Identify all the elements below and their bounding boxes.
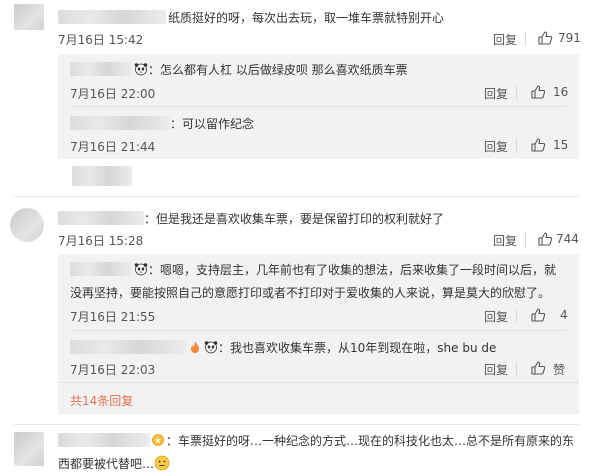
panda-emoji-icon: [204, 341, 218, 354]
reply-button[interactable]: 回复: [484, 85, 508, 102]
reply-text: ：我也喜欢收集车票，从10年到现在啦，she bu de: [218, 341, 497, 355]
timestamp: 7月16日 21:55: [70, 310, 156, 324]
username[interactable]: [70, 116, 170, 130]
thumb-up-icon[interactable]: [537, 231, 553, 247]
avatar[interactable]: [14, 4, 44, 30]
thinking-emoji-icon: [154, 455, 170, 471]
like-count: 4: [560, 308, 568, 322]
panda-emoji-icon: [134, 63, 148, 76]
panda-emoji-icon: [134, 263, 148, 276]
thumb-up-icon[interactable]: [537, 30, 553, 46]
reply-divider: [70, 330, 567, 331]
reply-divider: [70, 106, 567, 107]
reply-text: ：可以留作纪念: [170, 117, 255, 131]
username[interactable]: [58, 10, 166, 24]
divider: [516, 139, 517, 153]
divider: [516, 86, 517, 100]
timestamp: 7月16日 15:42: [58, 33, 144, 47]
avatar[interactable]: [14, 432, 44, 466]
comment-text-line-1: ：车票挺好的呀…一种纪念的方式…现在的科技化也太…总不是所有原来的东: [166, 434, 575, 448]
divider: [525, 32, 526, 46]
more-replies-link[interactable]: [72, 166, 132, 186]
thumb-up-icon[interactable]: [530, 360, 546, 376]
reply-button[interactable]: 回复: [493, 232, 517, 249]
timestamp: 7月16日 22:03: [70, 363, 156, 377]
comment-divider: [14, 196, 579, 197]
comment-divider: [14, 424, 579, 425]
divider: [525, 233, 526, 247]
timestamp: 7月16日 22:00: [70, 87, 156, 101]
reply-text-line-2: 没再坚持，要能按照自己的意愿打印或者不打印对于爱收集的人来说，算是莫大的欣慰了。: [70, 286, 551, 300]
timestamp: 7月16日 21:44: [70, 140, 156, 154]
like-count: 赞: [553, 363, 566, 377]
medal-badge-icon: ★: [152, 434, 164, 446]
reply-list: ：嗯嗯，支持层主，几年前也有了收集的想法，后来收集了一段时间以后，就 没再坚持，…: [58, 254, 579, 414]
divider: [516, 309, 517, 323]
reply-button[interactable]: 回复: [484, 138, 508, 155]
reply-text-line-1: ：嗯嗯，支持层主，几年前也有了收集的想法，后来收集了一段时间以后，就: [148, 263, 557, 277]
thumb-up-icon[interactable]: [530, 84, 546, 100]
thumb-up-icon[interactable]: [530, 307, 546, 323]
fire-badge-icon: [191, 341, 199, 353]
divider: [516, 362, 517, 376]
comment-text: ：但是我还是喜欢收集车票，要是保留打印的权利就好了: [144, 212, 445, 226]
reply-divider: [58, 382, 579, 383]
comment-text-line-2: 西都要被代替吧…: [58, 457, 155, 471]
reply-button[interactable]: 回复: [493, 31, 517, 48]
more-replies-link[interactable]: 共14条回复: [70, 392, 133, 409]
username[interactable]: [58, 211, 144, 225]
timestamp: 7月16日 15:28: [58, 234, 144, 248]
username[interactable]: [70, 262, 132, 276]
comment-text: 纸质挺好的呀，每次出去玩，取一堆车票就特别开心: [168, 11, 445, 25]
avatar[interactable]: [10, 208, 44, 242]
svg-text:★: ★: [154, 436, 161, 445]
like-count: 791: [558, 31, 581, 45]
reply-list: ：怎么都有人杠 以后做绿皮呗 那么喜欢纸质车票 7月16日 22:00 回复 1…: [58, 54, 579, 159]
thumb-up-icon[interactable]: [530, 137, 546, 153]
username[interactable]: [70, 340, 186, 354]
username[interactable]: [70, 62, 132, 76]
username[interactable]: [58, 433, 150, 447]
like-count: 744: [556, 232, 579, 246]
reply-text: ：怎么都有人杠 以后做绿皮呗 那么喜欢纸质车票: [148, 63, 408, 77]
like-count: 15: [553, 138, 569, 152]
reply-button[interactable]: 回复: [484, 308, 508, 325]
reply-button[interactable]: 回复: [484, 361, 508, 378]
like-count: 16: [553, 85, 569, 99]
